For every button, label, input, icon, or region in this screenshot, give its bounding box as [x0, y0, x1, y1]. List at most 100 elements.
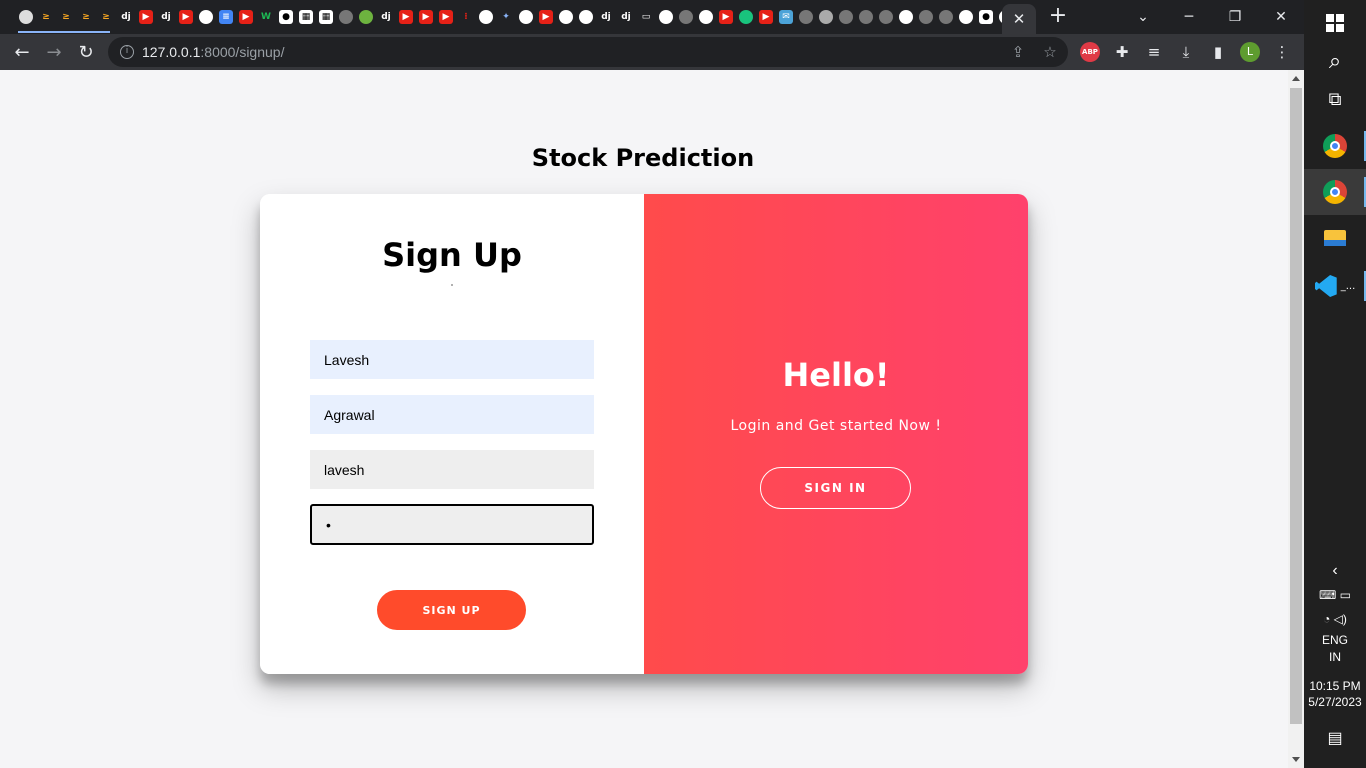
adblock-icon[interactable]: ABP	[1080, 42, 1100, 62]
close-tab-icon[interactable]: ✕	[1013, 10, 1026, 28]
active-tab[interactable]: ✕	[1002, 4, 1036, 34]
yt-favicon-icon[interactable]: ▶	[396, 7, 416, 27]
dj-favicon-icon[interactable]: dj	[156, 7, 176, 27]
yt-favicon-icon[interactable]: ▶	[716, 7, 736, 27]
profile-avatar[interactable]: L	[1240, 42, 1260, 62]
tab-favicons: ≥≥≥≥dj▶dj▶≡▶W●▦▦dj▶▶▶⁝✦▶djdj▭▶▶✉●▶	[16, 7, 1036, 27]
url-text[interactable]: 127.0.0.1:8000/signup/	[142, 44, 284, 60]
page-scrollbar[interactable]	[1288, 70, 1304, 768]
language-indicator[interactable]: ENG IN	[1304, 633, 1366, 664]
dots-favicon-icon[interactable]: ⁝	[456, 7, 476, 27]
task-view-icon[interactable]: ⧉	[1304, 76, 1366, 122]
globe-favicon-icon[interactable]	[876, 7, 896, 27]
last-name-input[interactable]	[310, 395, 594, 434]
amp-favicon-icon[interactable]: ≥	[96, 7, 116, 27]
yt-favicon-icon[interactable]: ▶	[536, 7, 556, 27]
amp-favicon-icon[interactable]: ≥	[56, 7, 76, 27]
tray-icons-2[interactable]: ◔ ◁)	[1304, 612, 1366, 626]
dj-favicon-icon[interactable]: dj	[596, 7, 616, 27]
yt-favicon-icon[interactable]: ▶	[416, 7, 436, 27]
win-favicon-icon[interactable]: ▭	[636, 7, 656, 27]
menu-kebab-icon[interactable]: ⋮	[1272, 42, 1292, 62]
dj-favicon-icon[interactable]: dj	[616, 7, 636, 27]
gh-favicon-icon[interactable]	[576, 7, 596, 27]
taskbar-vscode[interactable]: _...	[1304, 263, 1366, 309]
address-bar[interactable]: i 127.0.0.1:8000/signup/ ⇪ ☆	[108, 37, 1068, 67]
docs-favicon-icon[interactable]: ≡	[216, 7, 236, 27]
g-favicon-icon[interactable]	[476, 7, 496, 27]
taskbar-chrome-2[interactable]	[1304, 169, 1366, 215]
clock-date: 5/27/2023	[1308, 695, 1362, 709]
password-input[interactable]	[310, 504, 594, 545]
globe-favicon-icon[interactable]	[936, 7, 956, 27]
chrome-favicon-icon[interactable]	[896, 7, 916, 27]
m-favicon-icon[interactable]: ●	[976, 7, 996, 27]
yt-favicon-icon[interactable]: ▶	[436, 7, 456, 27]
globe-favicon-icon[interactable]	[856, 7, 876, 27]
close-window-button[interactable]: ✕	[1258, 0, 1304, 34]
globe-favicon-icon[interactable]	[916, 7, 936, 27]
forward-arrow-icon[interactable]: →	[40, 38, 68, 66]
side-panel-icon[interactable]: ▮	[1208, 42, 1228, 62]
bookmark-star-icon[interactable]: ☆	[1040, 42, 1060, 62]
spark-favicon-icon[interactable]: ✦	[496, 7, 516, 27]
first-name-input[interactable]	[310, 340, 594, 379]
restore-button[interactable]: ❐	[1212, 0, 1258, 34]
site-info-icon[interactable]: i	[120, 45, 134, 59]
tab-group-underline	[18, 31, 110, 33]
notification-icon[interactable]: ▤	[1304, 728, 1366, 748]
circle-favicon-icon[interactable]	[16, 7, 36, 27]
yt-favicon-icon[interactable]: ▶	[756, 7, 776, 27]
yt-favicon-icon[interactable]: ▶	[136, 7, 156, 27]
gh-favicon-icon[interactable]	[956, 7, 976, 27]
scrollbar-thumb[interactable]	[1290, 88, 1302, 724]
yt-favicon-icon[interactable]: ▶	[236, 7, 256, 27]
username-input[interactable]	[310, 450, 594, 489]
reload-icon[interactable]: ↻	[72, 38, 100, 66]
scroll-down-icon[interactable]	[1292, 757, 1300, 762]
minimize-button[interactable]: ─	[1166, 0, 1212, 34]
dj-favicon-icon[interactable]: dj	[116, 7, 136, 27]
tray-icons[interactable]: ⌨ ▭	[1304, 588, 1366, 602]
signup-button[interactable]: SIGN UP	[377, 590, 526, 630]
download-icon[interactable]: ⤓	[1176, 42, 1196, 62]
welcome-overlay: Hello! Login and Get started Now ! SIGN …	[644, 194, 1028, 674]
db-favicon-icon[interactable]	[816, 7, 836, 27]
tab-search-icon[interactable]: ⌄	[1120, 0, 1166, 34]
media-controls-icon[interactable]: ≡	[1144, 42, 1164, 62]
amp-favicon-icon[interactable]: ≥	[36, 7, 56, 27]
taskbar-file-explorer[interactable]	[1304, 215, 1366, 261]
g-favicon-icon[interactable]	[516, 7, 536, 27]
m-favicon-icon[interactable]: ●	[276, 7, 296, 27]
globe-favicon-icon[interactable]	[336, 7, 356, 27]
scroll-up-icon[interactable]	[1292, 76, 1300, 81]
w-favicon-icon[interactable]: W	[256, 7, 276, 27]
mail-favicon-icon[interactable]: ✉	[776, 7, 796, 27]
dj-favicon-icon[interactable]: dj	[376, 7, 396, 27]
gh-favicon-icon[interactable]	[696, 7, 716, 27]
gh-favicon-icon[interactable]	[196, 7, 216, 27]
wifi-icon[interactable]: ◔	[1323, 612, 1330, 626]
globe-favicon-icon[interactable]	[836, 7, 856, 27]
leaf-favicon-icon[interactable]	[356, 7, 376, 27]
gh-favicon-icon[interactable]	[556, 7, 576, 27]
pf-favicon-icon[interactable]: ▦	[316, 7, 336, 27]
battery-icon[interactable]: ▭	[1340, 588, 1351, 602]
clock[interactable]: 10:15 PM 5/27/2023	[1304, 679, 1366, 709]
share-icon[interactable]: ⇪	[1008, 42, 1028, 62]
gpt-favicon-icon[interactable]	[736, 7, 756, 27]
chevron-left-icon[interactable]: ‹	[1304, 562, 1366, 580]
new-tab-button[interactable]: +	[1046, 5, 1070, 29]
back-arrow-icon[interactable]: ←	[8, 38, 36, 66]
globe-favicon-icon[interactable]	[676, 7, 696, 27]
taskbar-chrome-1[interactable]	[1304, 123, 1366, 169]
signin-button[interactable]: SIGN IN	[760, 467, 911, 509]
extensions-puzzle-icon[interactable]: ✚	[1112, 42, 1132, 62]
volume-icon[interactable]: ◁)	[1334, 612, 1347, 626]
amp-favicon-icon[interactable]: ≥	[76, 7, 96, 27]
pf-favicon-icon[interactable]: ▦	[296, 7, 316, 27]
globe-favicon-icon[interactable]	[796, 7, 816, 27]
meet-icon[interactable]: ⌨	[1319, 588, 1336, 602]
yt-favicon-icon[interactable]: ▶	[176, 7, 196, 27]
g-favicon-icon[interactable]	[656, 7, 676, 27]
